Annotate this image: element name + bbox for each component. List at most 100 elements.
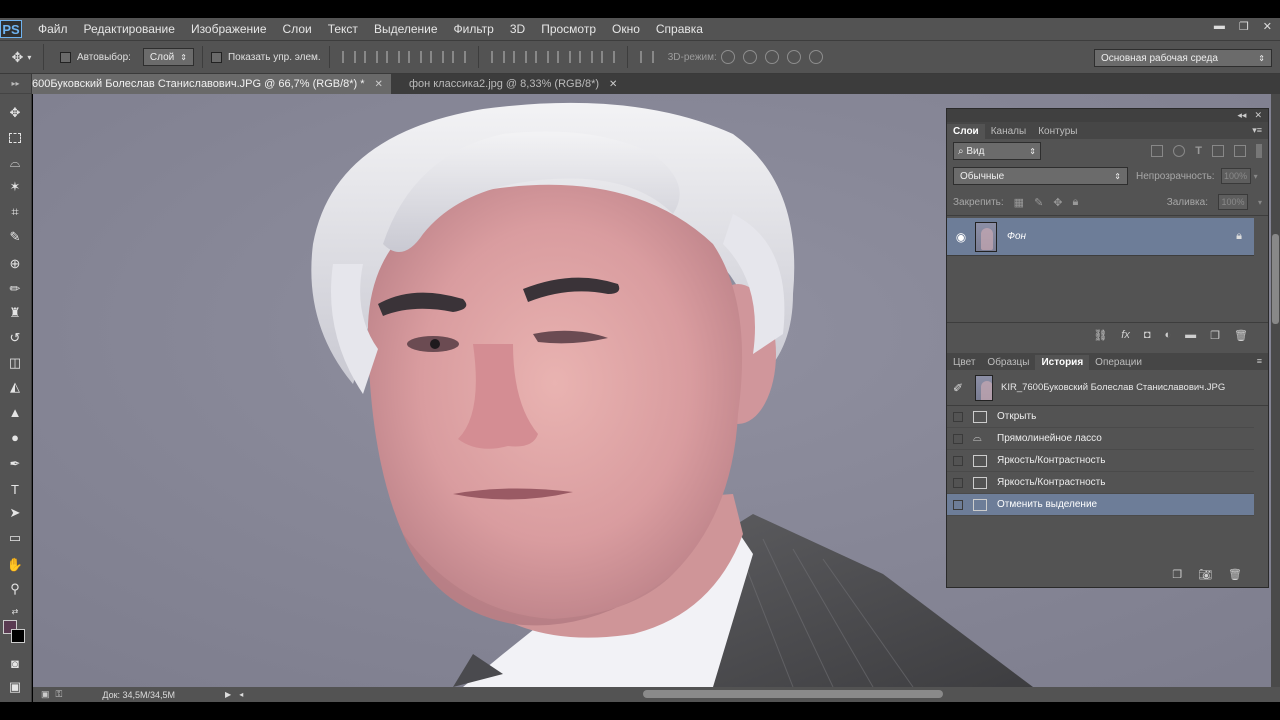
tab-actions[interactable]: Операции	[1089, 355, 1148, 370]
vertical-scrollbar[interactable]	[1271, 94, 1280, 687]
filter-pixel-icon[interactable]	[1151, 145, 1164, 157]
auto-align-icon[interactable]	[639, 51, 654, 63]
autoselect-dropdown[interactable]: Слой ⇕	[142, 48, 194, 66]
align-hcenter-icon[interactable]	[429, 51, 444, 63]
close-panel-icon[interactable]: ✕	[1254, 110, 1262, 121]
align-vcenter-icon[interactable]	[363, 51, 378, 63]
fx-icon[interactable]: fx	[1121, 329, 1130, 341]
history-checkbox[interactable]	[953, 499, 963, 510]
menu-3d[interactable]: 3D	[502, 22, 533, 36]
lock-pixels-icon[interactable]: ✎	[1034, 196, 1043, 209]
tab-document-2[interactable]: фон классика2.jpg @ 8,33% (RGB/8*) ✕	[391, 74, 625, 94]
eye-icon[interactable]: ◉	[947, 230, 975, 244]
add-mask-icon[interactable]: ◘	[1144, 329, 1151, 341]
distribute-hcenter-icon[interactable]	[578, 51, 593, 63]
drag-3d-icon[interactable]	[764, 50, 779, 64]
menu-image[interactable]: Изображение	[183, 22, 275, 36]
quick-mask-icon[interactable]: ◙	[5, 654, 25, 672]
menu-text[interactable]: Текст	[320, 22, 366, 36]
collapse-panels-icon[interactable]: ◂◂	[1237, 110, 1246, 121]
history-brush-icon[interactable]: ↺	[5, 329, 25, 347]
scrollbar-thumb[interactable]	[1272, 234, 1279, 324]
tab-swatches[interactable]: Образцы	[981, 355, 1035, 370]
workspace-dropdown[interactable]: Основная рабочая среда ⇕	[1094, 49, 1272, 67]
status-menu-icon[interactable]: ▶	[225, 690, 231, 699]
healing-brush-icon[interactable]: ⊕	[5, 255, 25, 273]
panel-menu-icon[interactable]: ▾≡	[1252, 125, 1262, 136]
menu-filter[interactable]: Фильтр	[446, 22, 502, 36]
restore-icon[interactable]: ❐	[1239, 20, 1249, 33]
new-group-icon[interactable]: ▬	[1185, 329, 1196, 341]
distribute-bottom-icon[interactable]	[534, 51, 549, 63]
new-layer-icon[interactable]: ❐	[1210, 329, 1220, 342]
slide-3d-icon[interactable]	[786, 50, 801, 64]
paint-bucket-icon[interactable]: ◭	[5, 378, 25, 396]
close-tab-icon[interactable]: ✕	[375, 79, 383, 90]
scroll-left-icon[interactable]: ◂	[239, 690, 243, 699]
menu-file[interactable]: Файл	[30, 22, 76, 36]
menu-view[interactable]: Просмотр	[533, 22, 604, 36]
link-layers-icon[interactable]: ⛓	[1093, 329, 1107, 342]
eyedropper-icon[interactable]: ✎	[5, 228, 25, 246]
distribute-left-icon[interactable]	[556, 51, 571, 63]
tab-history[interactable]: История	[1035, 355, 1090, 370]
filter-shape-icon[interactable]	[1212, 145, 1224, 157]
align-right-icon[interactable]	[451, 51, 466, 63]
history-item[interactable]: Яркость/Контрастность	[947, 450, 1254, 472]
pen-tool-icon[interactable]: ✒	[5, 455, 25, 473]
rectangle-tool-icon[interactable]: ▭	[5, 529, 25, 547]
swap-colors-icon[interactable]: ⇄	[5, 602, 25, 620]
blur-tool-icon[interactable]: ▲	[5, 403, 25, 421]
trash-icon[interactable]: 🗑︎	[1234, 329, 1248, 342]
collapse-icon[interactable]: ▸▸	[0, 74, 31, 94]
filter-type-icon[interactable]: T	[1195, 145, 1202, 157]
layer-row[interactable]: ◉ Фон 🔒︎	[947, 218, 1254, 256]
move-tool-preset[interactable]: ✥ ▾	[0, 44, 44, 70]
path-select-icon[interactable]: ➤	[5, 504, 25, 522]
align-top-icon[interactable]	[341, 51, 356, 63]
lock-position-icon[interactable]: ✥	[1053, 196, 1062, 209]
hand-tool-icon[interactable]: ✋	[5, 556, 25, 574]
history-checkbox[interactable]	[953, 477, 963, 488]
filter-toggle[interactable]	[1256, 144, 1262, 158]
close-icon[interactable]: ✕	[1263, 20, 1272, 33]
zoom-tool-icon[interactable]: ⚲	[5, 580, 25, 598]
menu-window[interactable]: Окно	[604, 22, 648, 36]
move-tool-icon[interactable]: ✥	[5, 104, 25, 122]
history-brush-source-icon[interactable]: ✐	[953, 381, 967, 395]
tab-channels[interactable]: Каналы	[985, 124, 1033, 139]
chevron-down-icon[interactable]: ▾	[1258, 198, 1262, 207]
show-transform-checkbox[interactable]	[210, 51, 222, 63]
panel-menu-icon[interactable]: ≡	[1257, 356, 1262, 366]
magic-wand-icon[interactable]: ✶	[5, 178, 25, 196]
history-checkbox[interactable]	[953, 411, 963, 422]
trash-icon[interactable]: 🗑︎	[1228, 568, 1242, 581]
history-checkbox[interactable]	[953, 455, 963, 466]
distribute-vcenter-icon[interactable]	[512, 51, 527, 63]
type-tool-icon[interactable]: T	[5, 480, 25, 498]
menu-edit[interactable]: Редактирование	[76, 22, 183, 36]
info-icon[interactable]: ⚿	[56, 689, 63, 700]
horizontal-scrollbar-thumb[interactable]	[643, 690, 943, 698]
zoom-icon[interactable]: ▣	[41, 689, 50, 700]
clone-stamp-icon[interactable]: ♜	[5, 304, 25, 322]
menu-layers[interactable]: Слои	[275, 22, 320, 36]
close-tab-icon[interactable]: ✕	[609, 79, 617, 90]
layer-kind-filter[interactable]: ⌕ Вид ⇕	[953, 142, 1041, 160]
rotate-3d-icon[interactable]	[720, 50, 735, 64]
dodge-tool-icon[interactable]: ●	[5, 428, 25, 446]
filter-adjustment-icon[interactable]	[1173, 145, 1186, 157]
history-item[interactable]: ⌓ Прямолинейное лассо	[947, 428, 1254, 450]
history-item[interactable]: Открыть	[947, 406, 1254, 428]
menu-help[interactable]: Справка	[648, 22, 711, 36]
marquee-tool-icon[interactable]	[5, 129, 25, 147]
blend-mode-dropdown[interactable]: Обычные ⇕	[953, 167, 1128, 185]
filter-smart-object-icon[interactable]	[1234, 145, 1246, 157]
new-snapshot-icon[interactable]: 📷︎	[1198, 568, 1212, 581]
distribute-top-icon[interactable]	[490, 51, 505, 63]
fill-field[interactable]: 100%	[1217, 194, 1248, 210]
background-color-swatch[interactable]	[11, 629, 25, 643]
brush-tool-icon[interactable]: ✏	[5, 280, 25, 298]
align-left-icon[interactable]	[407, 51, 422, 63]
menu-select[interactable]: Выделение	[366, 22, 446, 36]
